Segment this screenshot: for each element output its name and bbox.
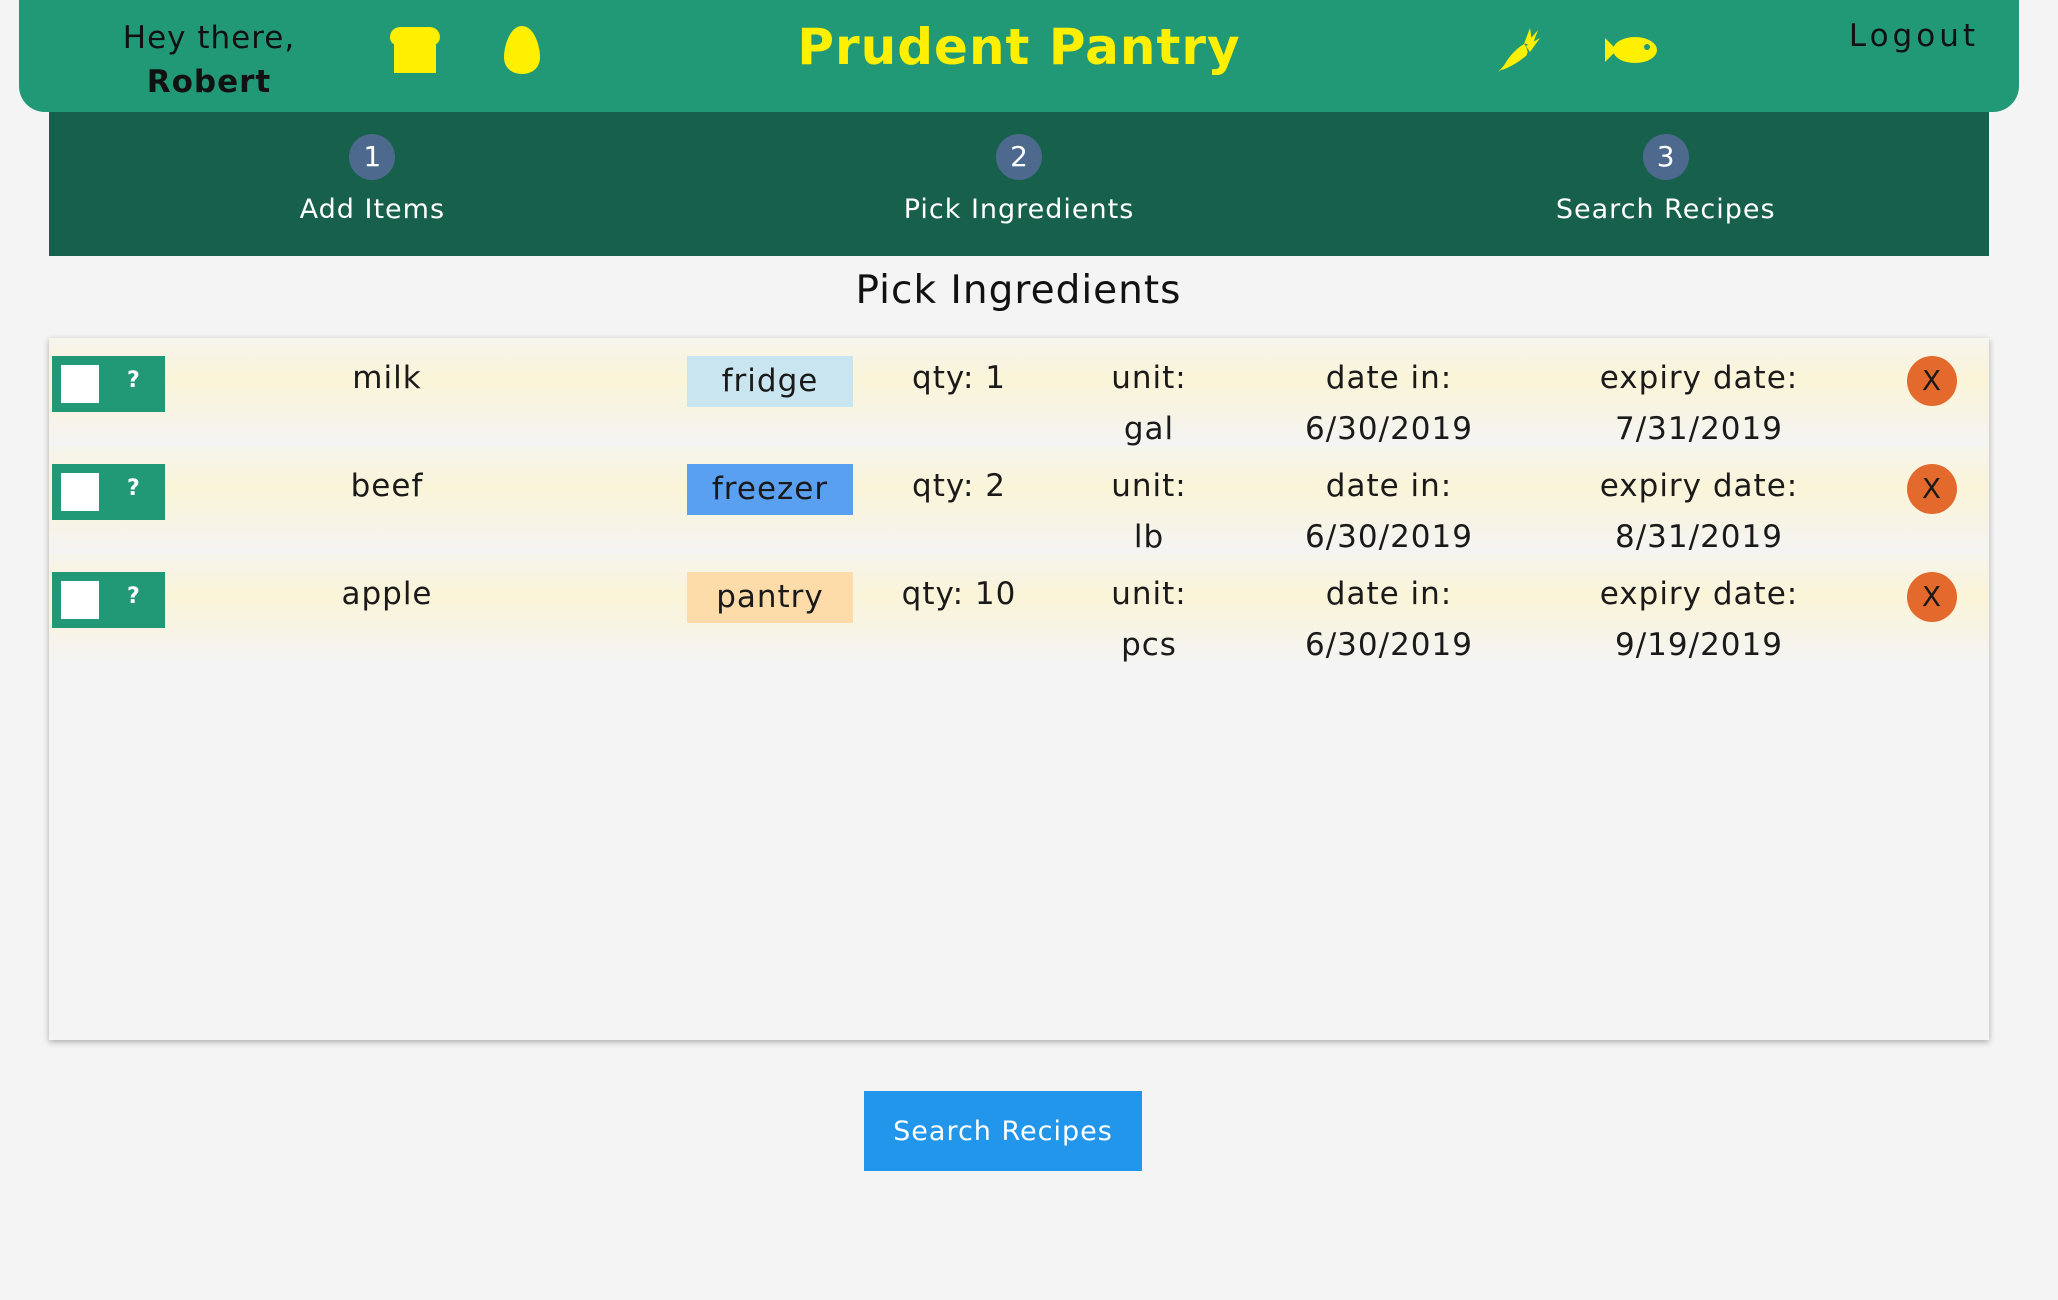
delete-button[interactable]: X [1907,572,1957,622]
location-badge: fridge [687,356,853,407]
item-name: beef [350,468,424,504]
unit-label: unit: [1111,360,1187,396]
date-in-value: 6/30/2019 [1305,627,1473,663]
step-label: Add Items [299,194,446,225]
app-header: Hey there, Robert Prudent Pantry Logout [19,0,2019,112]
step-search-recipes[interactable]: 3 Search Recipes [1342,112,1989,256]
toggle-hint: ? [127,476,141,501]
page-title: Pick Ingredients [855,268,1182,313]
date-in-value: 6/30/2019 [1305,519,1473,555]
search-recipes-button[interactable]: Search Recipes [864,1091,1142,1171]
expiry-value: 8/31/2019 [1615,519,1783,555]
toggle-knob [61,473,99,511]
expiry-label: expiry date: [1599,468,1799,504]
date-in-label: date in: [1325,360,1453,396]
date-in-label: date in: [1325,576,1453,612]
fish-icon [1601,24,1659,76]
ingredient-row: ? beef freezer qty: 2 unit: lb date in: … [49,446,1989,555]
step-add-items[interactable]: 1 Add Items [49,112,696,256]
unit-value: pcs [1121,627,1177,663]
unit-value: gal [1123,411,1175,447]
unit-value: lb [1133,519,1165,555]
select-toggle[interactable]: ? [52,572,165,628]
step-number: 2 [996,134,1042,180]
select-toggle[interactable]: ? [52,356,165,412]
item-qty: qty: 10 [901,576,1017,612]
expiry-value: 9/19/2019 [1615,627,1783,663]
ingredient-row: ? milk fridge qty: 1 unit: gal date in: … [49,338,1989,447]
item-qty: qty: 2 [912,468,1006,504]
select-toggle[interactable]: ? [52,464,165,520]
location-badge: freezer [687,464,853,515]
toggle-knob [61,365,99,403]
app-title: Prudent Pantry [797,18,1241,76]
toggle-hint: ? [127,368,141,393]
delete-button[interactable]: X [1907,464,1957,514]
toggle-knob [61,581,99,619]
expiry-value: 7/31/2019 [1615,411,1783,447]
ingredients-list: ? milk fridge qty: 1 unit: gal date in: … [49,338,1989,1040]
step-number: 3 [1642,134,1689,180]
item-qty: qty: 1 [912,360,1006,396]
logout-link[interactable]: Logout [1849,18,1979,54]
item-name: apple [341,576,433,612]
item-name: milk [352,360,422,396]
ingredient-row: ? apple pantry qty: 10 unit: pcs date in… [49,554,1989,663]
unit-label: unit: [1111,576,1187,612]
steps-bar: 1 Add Items 2 Pick Ingredients 3 Search … [49,112,1989,256]
expiry-label: expiry date: [1599,360,1799,396]
date-in-label: date in: [1325,468,1453,504]
step-label: Pick Ingredients [903,194,1135,225]
toggle-hint: ? [127,584,141,609]
location-badge: pantry [687,572,853,623]
expiry-label: expiry date: [1599,576,1799,612]
delete-button[interactable]: X [1907,356,1957,406]
date-in-value: 6/30/2019 [1305,411,1473,447]
step-label: Search Recipes [1555,194,1776,225]
unit-label: unit: [1111,468,1187,504]
carrot-icon [1492,24,1542,76]
step-number: 1 [349,134,396,180]
step-pick-ingredients[interactable]: 2 Pick Ingredients [696,112,1343,256]
